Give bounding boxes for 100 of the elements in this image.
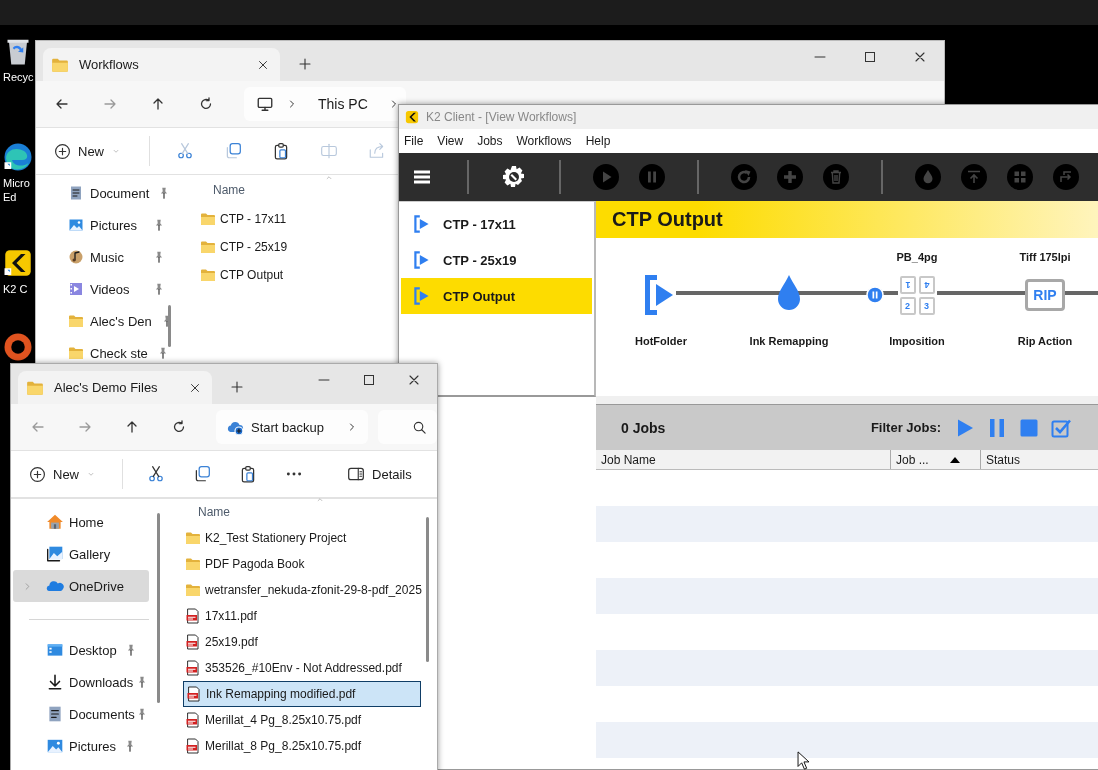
pdf-file-icon <box>185 712 201 728</box>
pdf-file-icon <box>185 738 201 754</box>
sidebar-item[interactable]: OneDrive <box>13 570 149 602</box>
new-button[interactable]: New <box>52 138 123 164</box>
sidebar-item[interactable]: Document <box>36 181 176 205</box>
folder-icon <box>200 267 216 283</box>
page-icon: 4 <box>918 275 935 294</box>
folder-icon <box>68 345 84 361</box>
menu-item[interactable]: Help <box>585 134 611 148</box>
desktop-icon-label: Recyc <box>3 70 34 84</box>
gallery-icon <box>46 545 64 563</box>
sidebar-item[interactable]: Pictures <box>13 730 149 762</box>
cut-icon[interactable] <box>147 465 165 483</box>
sidebar-item[interactable]: Home <box>13 506 149 538</box>
refresh-icon[interactable] <box>171 419 187 435</box>
explorer-entry[interactable]: 25x19.pdf <box>165 629 423 655</box>
desktop-icon-label: Micro Ed <box>3 176 31 204</box>
home-icon <box>46 513 64 531</box>
menu-item[interactable]: Jobs <box>477 134 503 148</box>
folder-entry[interactable]: CTP - 25x19 <box>176 233 292 261</box>
play-icon[interactable] <box>955 417 975 438</box>
breadcrumb-item[interactable]: This PC <box>318 96 368 112</box>
details-pane-icon <box>347 465 365 483</box>
workflow-item[interactable]: CTP Output <box>401 278 592 314</box>
sidebar-item[interactable]: Pictures <box>36 213 176 237</box>
column-header[interactable]: Job Name <box>596 450 891 469</box>
stop-icon[interactable] <box>1019 417 1039 438</box>
app-shortcut-icon[interactable] <box>3 248 33 278</box>
paste-icon[interactable] <box>239 465 257 483</box>
folder-entry[interactable]: CTP Output <box>176 261 288 289</box>
folder-icon <box>200 239 216 255</box>
workflow-item[interactable]: CTP - 17x11 <box>401 206 592 242</box>
explorer-entry[interactable]: K2_Test Stationery Project <box>165 525 423 551</box>
app-icon[interactable] <box>3 332 33 362</box>
backup-button[interactable]: Start backup <box>216 410 368 444</box>
sidebar-item[interactable]: Downloads <box>13 666 149 698</box>
add-icon[interactable] <box>776 163 804 191</box>
folder-icon <box>185 556 201 572</box>
explorer-entry[interactable]: Merillat_4 Pg_8.25x10.75.pdf <box>165 707 423 733</box>
window-title: K2 Client - [View Workflows] <box>426 110 577 124</box>
pause-icon[interactable] <box>638 163 666 191</box>
window-tab[interactable]: Alec's Demo Files <box>18 371 212 404</box>
workflow-header: CTP Output <box>596 201 1098 238</box>
delete-icon[interactable] <box>822 163 850 191</box>
pause-badge-icon[interactable] <box>866 286 884 304</box>
address-bar[interactable]: This PC <box>244 87 406 121</box>
sidebar-item[interactable]: Gallery <box>13 538 149 570</box>
page-icon: 3 <box>918 296 935 315</box>
column-header[interactable]: Status <box>981 450 1098 469</box>
maximize-icon[interactable] <box>361 372 377 388</box>
plus-icon <box>54 142 71 160</box>
rip-badge[interactable]: RIP <box>1025 279 1065 311</box>
folder-icon <box>200 211 216 227</box>
browser-icon[interactable] <box>3 142 33 172</box>
checkbox-icon[interactable] <box>1051 417 1071 438</box>
workflow-item[interactable]: CTP - 25x19 <box>401 242 592 278</box>
maximize-icon[interactable] <box>862 49 878 65</box>
new-button[interactable]: New <box>27 461 98 487</box>
pause-icon[interactable] <box>987 417 1007 438</box>
folder-icon <box>68 313 84 329</box>
document-icon <box>68 185 84 201</box>
search-icon <box>412 419 427 435</box>
paste-icon[interactable] <box>272 142 290 160</box>
play-icon[interactable] <box>592 163 620 191</box>
sidebar-item[interactable]: Check ste <box>36 341 176 365</box>
new-tab-icon[interactable] <box>229 379 245 395</box>
window-tab[interactable]: Workflows <box>43 48 280 81</box>
menu-item[interactable]: Workflows <box>516 134 572 148</box>
node-label: Imposition <box>889 335 945 347</box>
arrow-up-icon[interactable] <box>960 163 988 191</box>
desktop-icon <box>46 641 64 659</box>
folder-entry[interactable]: CTP - 17x11 <box>176 205 291 233</box>
app-icon <box>405 110 419 124</box>
explorer-entry[interactable]: PDF Pagoda Book <box>165 551 423 577</box>
sidebar-item[interactable]: Documents <box>13 698 149 730</box>
refresh-icon[interactable] <box>198 96 214 112</box>
copy-icon[interactable] <box>193 465 211 483</box>
explorer-entry[interactable]: Ink Remapping modified.pdf <box>183 681 421 707</box>
filter-label: Filter Jobs: <box>870 420 941 435</box>
new-tab-icon[interactable] <box>297 56 313 72</box>
explorer-entry[interactable]: Merillat_8 Pg_8.25x10.75.pdf <box>165 733 423 759</box>
menu-item[interactable]: File <box>404 134 424 148</box>
scrollbar[interactable] <box>426 517 429 662</box>
sidebar-item[interactable]: Desktop <box>13 634 149 666</box>
desktop-icon-label: K2 C <box>3 282 29 296</box>
search-field[interactable] <box>377 410 437 444</box>
scrollbar[interactable] <box>157 513 160 703</box>
menu-item[interactable]: View <box>437 134 464 148</box>
explorer-entry[interactable]: 17x11.pdf <box>165 603 423 629</box>
explorer-entry[interactable]: 353526_#10Env - Not Addressed.pdf <box>165 655 423 681</box>
column-header[interactable]: Name <box>213 183 245 197</box>
sidebar-item[interactable]: Alec's Den <box>36 309 176 333</box>
sidebar-item[interactable]: Music <box>36 245 176 269</box>
grid-icon[interactable] <box>1006 163 1034 191</box>
sidebar-item[interactable]: Videos <box>36 277 176 301</box>
column-header[interactable]: Name <box>198 505 230 519</box>
details-button[interactable]: Details <box>341 464 418 484</box>
column-header[interactable]: Job ... <box>891 450 981 469</box>
explorer-entry[interactable]: wetransfer_nekuda-zfonit-29-8-pdf_2025 <box>165 577 423 603</box>
computer-icon <box>256 95 274 113</box>
